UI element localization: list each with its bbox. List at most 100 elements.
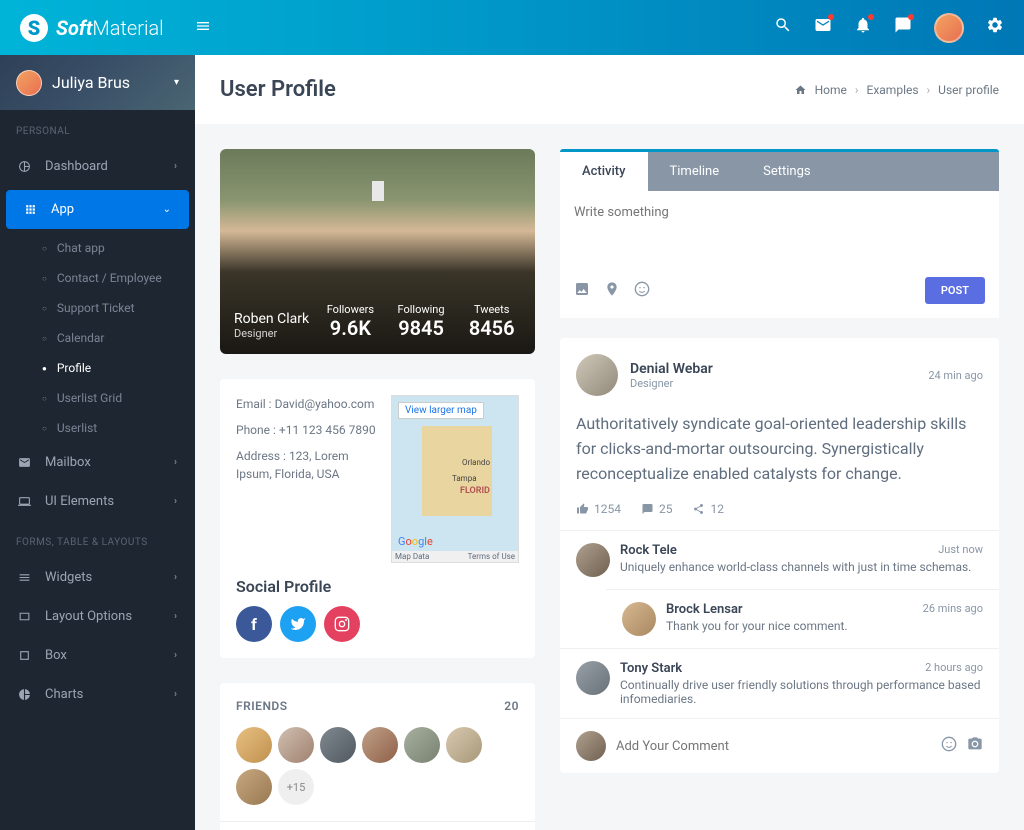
- comment-text: Continually drive user friendly solution…: [620, 678, 983, 706]
- comment-time: 2 hours ago: [925, 661, 983, 676]
- location-icon[interactable]: [604, 281, 620, 301]
- compose-input[interactable]: [574, 205, 985, 265]
- val: 12: [710, 502, 724, 516]
- friend-avatar[interactable]: [362, 727, 398, 763]
- tab-settings[interactable]: Settings: [741, 152, 832, 191]
- lbl: Phone :: [236, 423, 276, 437]
- emoji-icon[interactable]: [941, 736, 957, 756]
- post-role: Designer: [630, 377, 713, 390]
- tab-activity[interactable]: Activity: [560, 152, 648, 191]
- friend-avatar[interactable]: [236, 727, 272, 763]
- map-view-larger[interactable]: View larger map: [398, 402, 484, 419]
- lbl: Following: [392, 303, 451, 316]
- val: 25: [659, 502, 673, 516]
- sidebar-sub-userlist-grid[interactable]: Userlist Grid: [0, 383, 195, 413]
- sidebar: Juliya Brus ▾ PERSONAL Dashboard› App⌄ C…: [0, 55, 195, 830]
- chat-icon[interactable]: [894, 16, 912, 39]
- comment-avatar[interactable]: [622, 602, 656, 636]
- comment-author[interactable]: Brock Lensar: [666, 602, 743, 617]
- chevron-right-icon: ›: [174, 689, 177, 700]
- chat-badge: [908, 14, 914, 20]
- map-widget[interactable]: View larger map Orlando Tampa FLORID Goo…: [391, 395, 519, 563]
- friend-avatar[interactable]: [278, 727, 314, 763]
- brand-b: Material: [92, 16, 163, 40]
- crumb-home[interactable]: Home: [815, 83, 847, 97]
- comment-avatar[interactable]: [576, 661, 610, 695]
- sidebar-item-box[interactable]: Box›: [0, 636, 195, 675]
- facebook-icon[interactable]: f: [236, 606, 272, 642]
- sidebar-sub-ticket[interactable]: Support Ticket: [0, 293, 195, 323]
- info-address: Address : 123, Lorem Ipsum, Florida, USA: [236, 447, 381, 483]
- post-button[interactable]: POST: [925, 277, 985, 304]
- val: 1254: [594, 502, 621, 516]
- gear-icon[interactable]: [986, 16, 1004, 39]
- comment: Tony Stark 2 hours ago Continually drive u…: [560, 648, 999, 718]
- crumb-current: User profile: [938, 83, 999, 97]
- sidebar-sub-userlist[interactable]: Userlist: [0, 413, 195, 443]
- info-email: Email : David@yahoo.com: [236, 395, 381, 413]
- hero-name: Roben Clark: [234, 311, 309, 327]
- chevron-right-icon: ›: [174, 457, 177, 468]
- stat-following: Following9845: [392, 303, 451, 340]
- comment-input[interactable]: [616, 739, 931, 754]
- comment-time: 26 mins ago: [923, 602, 983, 617]
- crumb-examples[interactable]: Examples: [867, 83, 919, 97]
- lbl: Tweets: [462, 303, 521, 316]
- crumb-sep: ›: [855, 83, 859, 97]
- menu-toggle-icon[interactable]: [195, 18, 211, 38]
- instagram-icon[interactable]: [324, 606, 360, 642]
- tab-timeline[interactable]: Timeline: [648, 152, 742, 191]
- comment-author[interactable]: Tony Stark: [620, 661, 682, 676]
- sidebar-sub-chat[interactable]: Chat app: [0, 233, 195, 263]
- map-city-orlando: Orlando: [462, 458, 490, 467]
- map-google-logo: Google: [398, 535, 433, 548]
- sidebar-user[interactable]: Juliya Brus ▾: [0, 55, 195, 110]
- camera-icon[interactable]: [967, 736, 983, 756]
- friend-avatar[interactable]: [404, 727, 440, 763]
- chevron-right-icon: ›: [174, 161, 177, 172]
- val: David@yahoo.com: [275, 397, 375, 411]
- profile-tabs: Activity Timeline Settings: [560, 149, 999, 191]
- sidebar-item-layout[interactable]: Layout Options›: [0, 597, 195, 636]
- sidebar-sub-profile[interactable]: Profile: [0, 353, 195, 383]
- likes[interactable]: 1254: [576, 502, 621, 516]
- map-terms-link[interactable]: Terms of Use: [468, 552, 515, 561]
- label: Layout Options: [45, 609, 132, 624]
- label: Charts: [45, 687, 83, 702]
- crumb-sep: ›: [927, 83, 931, 97]
- post-author[interactable]: Denial Webar: [630, 361, 713, 377]
- image-icon[interactable]: [574, 281, 590, 301]
- chevron-right-icon: ›: [174, 572, 177, 583]
- sidebar-sub-calendar[interactable]: Calendar: [0, 323, 195, 353]
- friend-avatar[interactable]: [320, 727, 356, 763]
- mail-icon[interactable]: [814, 16, 832, 39]
- stat-tweets: Tweets8456: [462, 303, 521, 340]
- search-icon[interactable]: [774, 16, 792, 39]
- bell-icon[interactable]: [854, 16, 872, 39]
- comment-avatar[interactable]: [576, 543, 610, 577]
- comment-author[interactable]: Rock Tele: [620, 543, 677, 558]
- sidebar-item-mailbox[interactable]: Mailbox›: [0, 443, 195, 482]
- friend-avatar[interactable]: [236, 769, 272, 805]
- twitter-icon[interactable]: [280, 606, 316, 642]
- sidebar-item-dashboard[interactable]: Dashboard›: [0, 147, 195, 186]
- post-avatar[interactable]: [576, 354, 618, 396]
- sidebar-username: Juliya Brus: [52, 73, 130, 92]
- sidebar-item-app[interactable]: App⌄: [6, 190, 189, 229]
- comments[interactable]: 25: [641, 502, 673, 516]
- friends-more[interactable]: +15: [278, 769, 314, 805]
- sidebar-item-ui[interactable]: UI Elements›: [0, 482, 195, 521]
- sidebar-item-charts[interactable]: Charts ›: [0, 675, 195, 714]
- emoji-icon[interactable]: [634, 281, 650, 301]
- shares[interactable]: 12: [692, 502, 724, 516]
- label: App: [51, 202, 74, 217]
- brand-logo[interactable]: S SoftMaterial: [20, 14, 195, 42]
- topbar: S SoftMaterial: [0, 0, 1024, 55]
- sidebar-item-widgets[interactable]: Widgets›: [0, 558, 195, 597]
- topbar-avatar[interactable]: [934, 13, 964, 43]
- friend-avatar[interactable]: [446, 727, 482, 763]
- val: 9.6K: [321, 316, 380, 340]
- map-data-link[interactable]: Map Data: [395, 552, 429, 561]
- sidebar-sub-contact[interactable]: Contact / Employee: [0, 263, 195, 293]
- lbl: Address :: [236, 449, 286, 463]
